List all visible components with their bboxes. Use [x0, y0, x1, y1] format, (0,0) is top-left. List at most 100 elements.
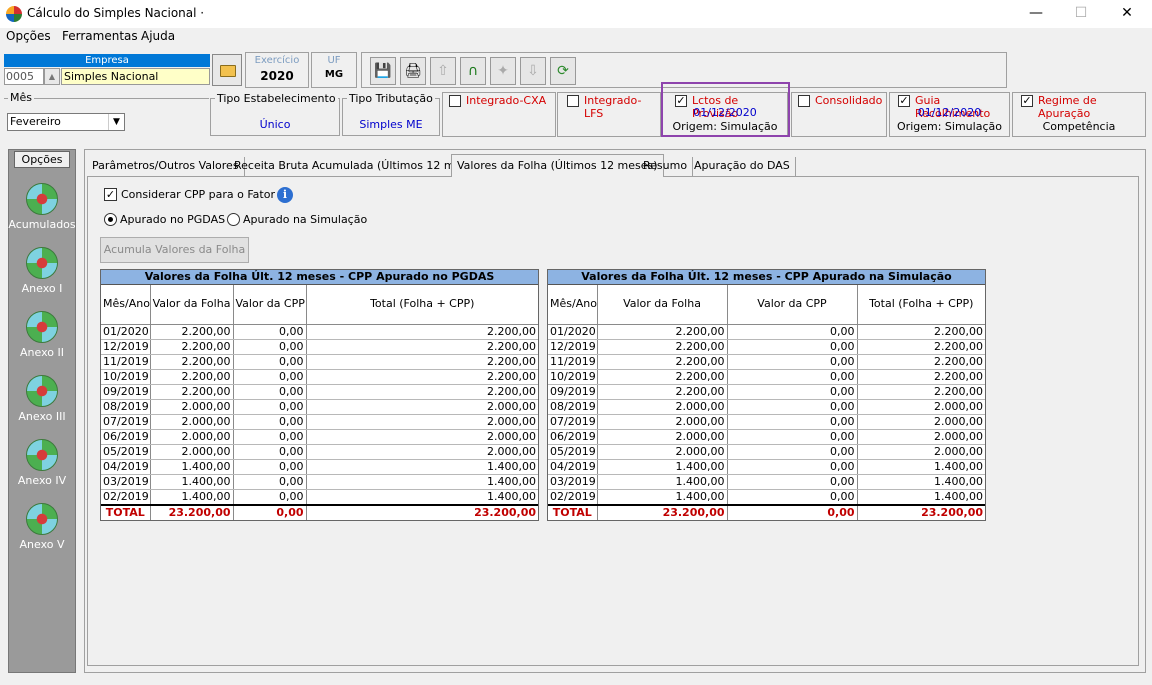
- table-row[interactable]: 02/2019 1.400,00 0,00 1.400,00: [101, 489, 538, 505]
- table-cell: 0,00: [233, 429, 307, 445]
- table-cell: 0,00: [233, 399, 307, 415]
- tools-icon[interactable]: ✦: [490, 57, 516, 85]
- export-icon[interactable]: ⇧: [430, 57, 456, 85]
- sidebar-item-label: Anexo V: [19, 538, 65, 551]
- acumula-valores-button[interactable]: Acumula Valores da Folha: [100, 237, 249, 263]
- print-icon[interactable]: 🖨: [400, 57, 426, 85]
- app-icon: [6, 6, 22, 22]
- integrado-cxa-checkbox[interactable]: [449, 95, 461, 107]
- total-cell: 23.200,00: [150, 503, 234, 520]
- menu-ajuda[interactable]: Ajuda: [141, 29, 175, 43]
- table-row[interactable]: 08/2019 2.000,00 0,00 2.000,00: [548, 399, 985, 415]
- table-row[interactable]: 07/2019 2.000,00 0,00 2.000,00: [548, 414, 985, 430]
- table-row[interactable]: 10/2019 2.200,00 0,00 2.200,00: [548, 369, 985, 385]
- open-folder-button[interactable]: [212, 54, 242, 86]
- info-icon[interactable]: i: [277, 187, 293, 203]
- sidebar-item-anexo-iii[interactable]: Anexo III: [8, 375, 76, 423]
- table-cell: 10/2019: [101, 369, 151, 385]
- import-icon[interactable]: ⇩: [520, 57, 546, 85]
- sidebar-item-acumulados[interactable]: Acumulados: [8, 183, 76, 231]
- table-row[interactable]: 01/2020 2.200,00 0,00 2.200,00: [548, 324, 985, 340]
- menu-opcoes[interactable]: Opções: [6, 29, 51, 43]
- table-cell: 2.000,00: [150, 399, 234, 415]
- table-cell: 1.400,00: [150, 489, 234, 505]
- exercicio-value: 2020: [260, 69, 294, 83]
- table-row[interactable]: 12/2019 2.200,00 0,00 2.200,00: [101, 339, 538, 355]
- table-cell: 09/2019: [101, 384, 151, 400]
- table-cell: 2.200,00: [857, 384, 985, 400]
- table-row[interactable]: 11/2019 2.200,00 0,00 2.200,00: [548, 354, 985, 370]
- table-cell: 03/2019: [101, 474, 151, 490]
- table-row[interactable]: 05/2019 2.000,00 0,00 2.000,00: [101, 444, 538, 460]
- lock-icon[interactable]: ∩: [460, 57, 486, 85]
- chevron-down-icon[interactable]: ▼: [108, 114, 124, 130]
- table-row[interactable]: 01/2020 2.200,00 0,00 2.200,00: [101, 324, 538, 340]
- table-cell: 2.000,00: [857, 444, 985, 460]
- acumulados-icon: [26, 183, 58, 215]
- sidebar-item-anexo-iv[interactable]: Anexo IV: [8, 439, 76, 487]
- table-row[interactable]: 06/2019 2.000,00 0,00 2.000,00: [101, 429, 538, 445]
- table-row[interactable]: 08/2019 2.000,00 0,00 2.000,00: [101, 399, 538, 415]
- total-row: TOTAL 23.200,00 0,00 23.200,00: [101, 503, 538, 520]
- cpp-fator-r-checkbox[interactable]: ✓: [104, 188, 117, 201]
- table-row[interactable]: 02/2019 1.400,00 0,00 1.400,00: [548, 489, 985, 505]
- tab-valores-folha[interactable]: Valores da Folha (Últimos 12 meses): [451, 154, 664, 177]
- table-cell: 0,00: [727, 444, 858, 460]
- table-cell: 11/2019: [548, 354, 598, 370]
- save-icon[interactable]: 💾: [370, 57, 396, 85]
- refresh-icon[interactable]: ⟳: [550, 57, 576, 85]
- empresa-name-field[interactable]: Simples Nacional: [61, 68, 210, 85]
- table-row[interactable]: 09/2019 2.200,00 0,00 2.200,00: [548, 384, 985, 400]
- table-cell: 0,00: [727, 489, 858, 505]
- minimize-button[interactable]: —: [1013, 0, 1059, 28]
- table-row[interactable]: 12/2019 2.200,00 0,00 2.200,00: [548, 339, 985, 355]
- empresa-label: Empresa: [4, 54, 210, 67]
- tab-apuracao-das[interactable]: Apuração do DAS: [689, 157, 796, 176]
- table-cell: 2.000,00: [597, 444, 728, 460]
- maximize-button[interactable]: ☐: [1058, 0, 1104, 28]
- table-cell: 09/2019: [548, 384, 598, 400]
- table-cell: 1.400,00: [306, 474, 538, 490]
- table-row[interactable]: 11/2019 2.200,00 0,00 2.200,00: [101, 354, 538, 370]
- table-row[interactable]: 06/2019 2.000,00 0,00 2.000,00: [548, 429, 985, 445]
- table-row[interactable]: 10/2019 2.200,00 0,00 2.200,00: [101, 369, 538, 385]
- column-header: Total (Folha + CPP): [306, 285, 538, 325]
- regime-apuracao-checkbox[interactable]: ✓: [1021, 95, 1033, 107]
- sidebar-item-anexo-ii[interactable]: Anexo II: [8, 311, 76, 359]
- total-cell: 23.200,00: [597, 503, 728, 520]
- tab-parametros[interactable]: Parâmetros/Outros Valores: [87, 157, 245, 176]
- highlight-frame: [661, 82, 790, 137]
- table-row[interactable]: 07/2019 2.000,00 0,00 2.000,00: [101, 414, 538, 430]
- sidebar-item-label: Anexo III: [18, 410, 66, 423]
- table-row[interactable]: 04/2019 1.400,00 0,00 1.400,00: [101, 459, 538, 475]
- table-row[interactable]: 09/2019 2.200,00 0,00 2.200,00: [101, 384, 538, 400]
- tipo-tributacao-box: Tipo Tributação Simples ME: [342, 92, 440, 136]
- table-cell: 2.000,00: [306, 444, 538, 460]
- table-cell: 2.000,00: [597, 399, 728, 415]
- table-cell: 0,00: [233, 354, 307, 370]
- mes-group: Mês Fevereiro ▼: [4, 91, 209, 136]
- empresa-code-input[interactable]: 0005: [4, 68, 44, 85]
- empresa-spin-icon[interactable]: ▲: [44, 68, 60, 85]
- integrado-lfs-checkbox[interactable]: [567, 95, 579, 107]
- menu-ferramentas[interactable]: Ferramentas: [62, 29, 138, 43]
- table-row[interactable]: 04/2019 1.400,00 0,00 1.400,00: [548, 459, 985, 475]
- mes-select[interactable]: Fevereiro ▼: [7, 113, 125, 131]
- sidebar-item-anexo-i[interactable]: Anexo I: [8, 247, 76, 295]
- consolidado-label: Consolidado: [815, 94, 883, 107]
- table-row[interactable]: 03/2019 1.400,00 0,00 1.400,00: [548, 474, 985, 490]
- close-button[interactable]: ✕: [1104, 0, 1150, 28]
- table-row[interactable]: 03/2019 1.400,00 0,00 1.400,00: [101, 474, 538, 490]
- radio-pgdas[interactable]: [104, 213, 117, 226]
- tab-resumo[interactable]: Resumo: [638, 157, 694, 176]
- radio-simulacao[interactable]: [227, 213, 240, 226]
- sidebar-item-anexo-v[interactable]: Anexo V: [8, 503, 76, 551]
- table-cell: 2.200,00: [597, 369, 728, 385]
- table-cell: 1.400,00: [597, 489, 728, 505]
- table-cell: 07/2019: [548, 414, 598, 430]
- table-cell: 04/2019: [101, 459, 151, 475]
- table-row[interactable]: 05/2019 2.000,00 0,00 2.000,00: [548, 444, 985, 460]
- integrado-cxa-label: Integrado-CXA: [466, 94, 547, 107]
- consolidado-checkbox[interactable]: [798, 95, 810, 107]
- table-simulacao-grid: Mês/Ano Valor da Folha Valor da CPP Tota…: [548, 285, 985, 520]
